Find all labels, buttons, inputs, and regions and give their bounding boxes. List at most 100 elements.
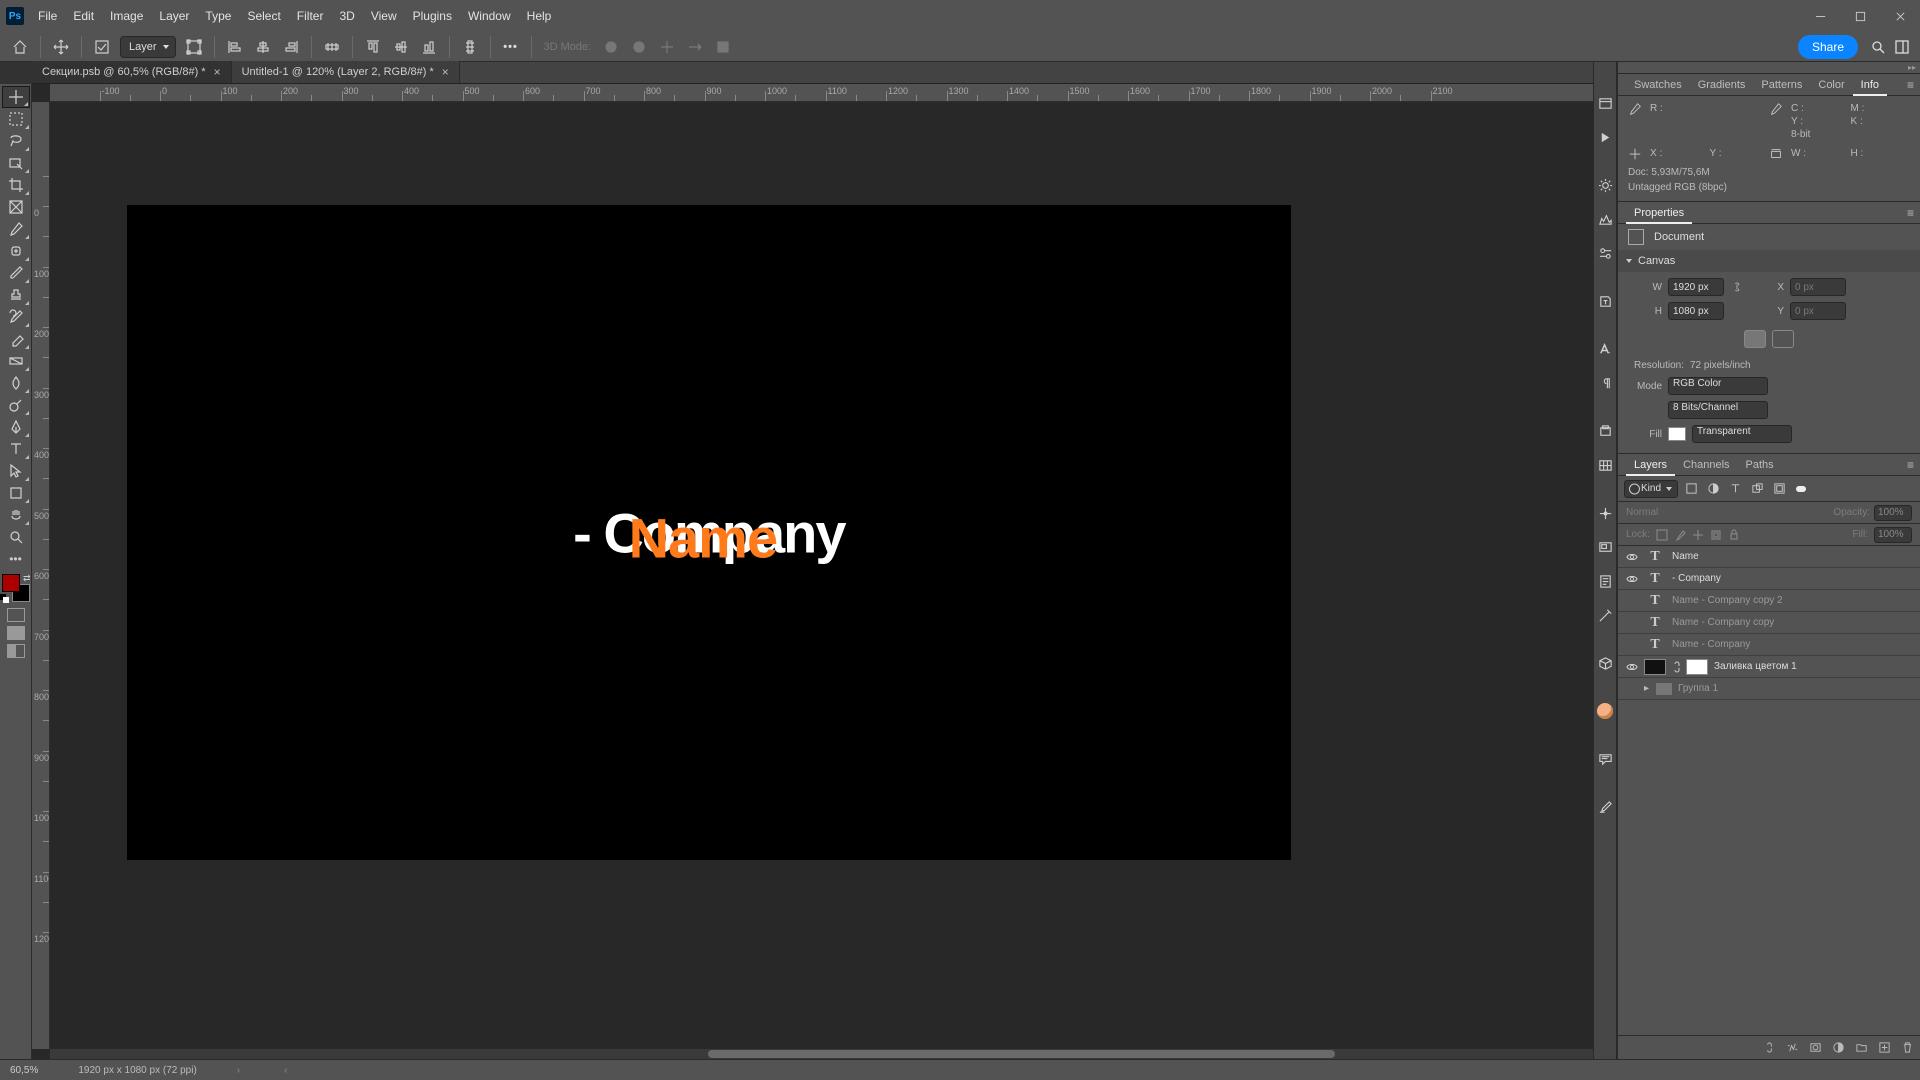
canvas-height-input[interactable]	[1668, 302, 1724, 320]
tool-presets-icon[interactable]	[1594, 600, 1616, 630]
new-adjustment-icon[interactable]	[1832, 1041, 1845, 1054]
visibility-toggle[interactable]	[1624, 571, 1640, 587]
layer-name[interactable]: Name - Company copy 2	[1672, 595, 1783, 606]
home-button[interactable]	[8, 35, 32, 59]
menu-view[interactable]: View	[363, 0, 405, 32]
tab-layers[interactable]: Layers	[1626, 454, 1675, 476]
foreground-color[interactable]	[2, 574, 20, 592]
menu-filter[interactable]: Filter	[289, 0, 332, 32]
move-tool-icon[interactable]	[49, 35, 73, 59]
scroll-thumb[interactable]	[708, 1050, 1335, 1058]
search-icon[interactable]	[1866, 35, 1890, 59]
brush-settings-icon[interactable]	[1594, 792, 1616, 822]
hand-tool[interactable]	[2, 504, 30, 526]
canvas-y-input[interactable]	[1790, 302, 1846, 320]
vertical-ruler[interactable]: 0100200300400500600700800900100011001200	[32, 102, 50, 1049]
workspace-icon[interactable]	[1890, 35, 1914, 59]
navigator-panel-icon[interactable]	[1594, 532, 1616, 562]
zoom-tool[interactable]	[2, 526, 30, 548]
tab-properties[interactable]: Properties	[1626, 202, 1692, 224]
link-dimensions-icon[interactable]	[1730, 278, 1744, 296]
align-right-button[interactable]	[279, 35, 303, 59]
tab-paths[interactable]: Paths	[1738, 454, 1782, 476]
align-hcenter-button[interactable]	[251, 35, 275, 59]
eraser-tool[interactable]	[2, 328, 30, 350]
menu-help[interactable]: Help	[519, 0, 560, 32]
default-colors-icon[interactable]	[0, 594, 10, 604]
document-tab[interactable]: Секции.psb @ 60,5% (RGB/8#) * ×	[32, 61, 232, 83]
screen-mode-menu[interactable]	[7, 644, 25, 658]
delete-layer-icon[interactable]	[1901, 1041, 1914, 1054]
lock-paint-icon[interactable]	[1674, 529, 1686, 541]
panel-menu-icon[interactable]: ≡	[1907, 206, 1914, 220]
align-top-button[interactable]	[361, 35, 385, 59]
align-panel-icon[interactable]	[1594, 498, 1616, 528]
panel-menu-icon[interactable]: ≡	[1907, 78, 1914, 92]
layer-name[interactable]: Группа 1	[1678, 683, 1718, 694]
layer-row[interactable]: T Name - Company copy	[1618, 612, 1920, 634]
brush-tool[interactable]	[2, 262, 30, 284]
color-swatches[interactable]: ⇄	[2, 574, 30, 602]
adjustments-panel-icon[interactable]	[1594, 238, 1616, 268]
layer-style-icon[interactable]	[1786, 1041, 1799, 1054]
orientation-landscape-button[interactable]	[1772, 330, 1794, 348]
horizontal-scrollbar[interactable]	[50, 1049, 1617, 1059]
menu-edit[interactable]: Edit	[65, 0, 102, 32]
new-group-icon[interactable]	[1855, 1041, 1868, 1054]
comments-panel-icon[interactable]	[1594, 744, 1616, 774]
distribute-vertical-button[interactable]	[458, 35, 482, 59]
history-panel-icon[interactable]	[1594, 88, 1616, 118]
fill-dropdown[interactable]: Transparent	[1692, 425, 1792, 443]
canvas-text-name[interactable]: Name	[629, 505, 778, 570]
canvas-width-input[interactable]	[1668, 278, 1724, 296]
menu-image[interactable]: Image	[102, 0, 151, 32]
transform-controls-toggle[interactable]	[182, 35, 206, 59]
marquee-tool[interactable]	[2, 108, 30, 130]
layer-row[interactable]: ▸ Группа 1	[1618, 678, 1920, 700]
visibility-toggle[interactable]	[1624, 615, 1640, 631]
eyedropper-tool[interactable]	[2, 218, 30, 240]
align-vcenter-button[interactable]	[389, 35, 413, 59]
notes-panel-icon[interactable]	[1594, 566, 1616, 596]
align-bottom-button[interactable]	[417, 35, 441, 59]
visibility-toggle[interactable]	[1624, 549, 1640, 565]
window-minimize-button[interactable]	[1800, 0, 1840, 32]
panel-collapse-button[interactable]: ▸▸	[1618, 62, 1920, 74]
layer-name[interactable]: - Company	[1672, 573, 1721, 584]
stamp-tool[interactable]	[2, 284, 30, 306]
layer-row[interactable]: T - Company	[1618, 568, 1920, 590]
glyphs-panel-icon[interactable]	[1594, 450, 1616, 480]
tab-gradients[interactable]: Gradients	[1690, 74, 1754, 96]
distribute-horizontal-button[interactable]	[320, 35, 344, 59]
layer-name[interactable]: Name - Company	[1672, 639, 1750, 650]
blur-tool[interactable]	[2, 372, 30, 394]
visibility-toggle[interactable]	[1624, 593, 1640, 609]
tab-close-icon[interactable]: ×	[214, 65, 221, 79]
canvas-x-input[interactable]	[1790, 278, 1846, 296]
menu-plugins[interactable]: Plugins	[405, 0, 460, 32]
menu-3d[interactable]: 3D	[331, 0, 362, 32]
screen-mode-standard[interactable]	[7, 626, 25, 640]
tab-info[interactable]: Info	[1853, 74, 1887, 96]
actions-panel-icon[interactable]	[1594, 122, 1616, 152]
layer-name[interactable]: Заливка цветом 1	[1714, 661, 1797, 672]
layer-mask-icon[interactable]	[1809, 1041, 1822, 1054]
3d-panel-icon[interactable]	[1594, 648, 1616, 678]
edit-toolbar-button[interactable]: •••	[2, 548, 30, 570]
crop-tool[interactable]	[2, 174, 30, 196]
link-layers-icon[interactable]	[1763, 1041, 1776, 1054]
opacity-input[interactable]	[1874, 505, 1912, 521]
visibility-toggle[interactable]	[1624, 681, 1640, 697]
tab-close-icon[interactable]: ×	[442, 65, 449, 79]
dodge-tool[interactable]	[2, 394, 30, 416]
histogram-panel-icon[interactable]	[1594, 204, 1616, 234]
zoom-level[interactable]: 60,5%	[10, 1065, 38, 1076]
document-canvas[interactable]: - Company Name	[128, 206, 1290, 859]
tab-swatches[interactable]: Swatches	[1626, 74, 1690, 96]
color-mode-dropdown[interactable]: RGB Color	[1668, 377, 1768, 395]
frame-tool[interactable]	[2, 196, 30, 218]
lock-artboard-icon[interactable]	[1710, 529, 1722, 541]
menu-layer[interactable]: Layer	[151, 0, 197, 32]
layer-name[interactable]: Name - Company copy	[1672, 617, 1774, 628]
avatar-icon[interactable]	[1594, 696, 1616, 726]
